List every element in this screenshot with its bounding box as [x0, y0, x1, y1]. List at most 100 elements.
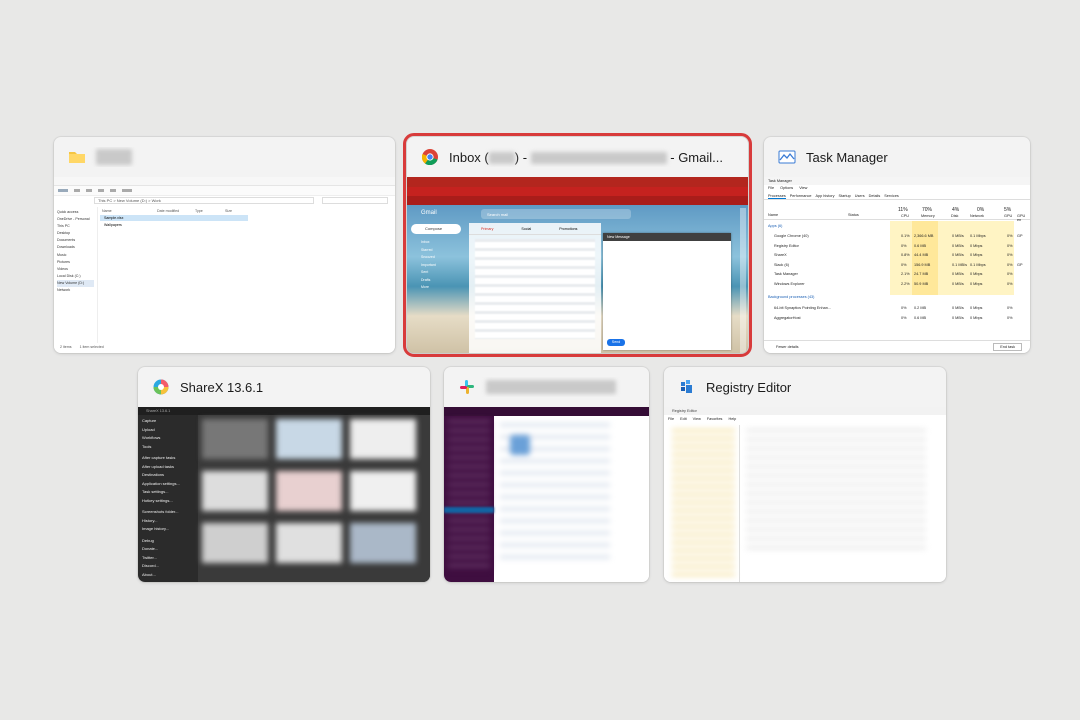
process-gpu: 0%	[1007, 262, 1013, 267]
window-title: Task Manager	[806, 149, 888, 165]
process-cpu: 2.2%	[901, 281, 910, 286]
process-mem: 156.9 MB	[914, 262, 931, 267]
sharex-icon	[152, 378, 170, 396]
window-thumbnail-chrome[interactable]: Inbox ( ) - - Gmail... Gmail Search mail …	[403, 133, 752, 357]
process-mem: 50.9 MB	[914, 281, 929, 286]
sharex-menu-item: Task settings...	[142, 489, 169, 494]
process-mem: 44.4 MB	[914, 253, 929, 257]
window-title-obscured	[486, 380, 616, 394]
nav-pane: Quick access OneDrive - Personal This PC…	[54, 207, 98, 343]
process-cpu: 2.1%	[901, 272, 910, 276]
process-cpu: 0.8%	[901, 253, 910, 257]
process-name: 64-bit Synaptics Pointing Enhan...	[774, 306, 831, 310]
window-title: ShareX 13.6.1	[180, 379, 264, 395]
process-gpu: 0%	[1007, 234, 1013, 238]
process-net: 0.1 Mbps	[970, 262, 986, 267]
process-row: Google Chrome (40) 0.1% 2,366.6 MB 0 MB/s 0.…	[764, 232, 1030, 242]
process-row: Task Manager 2.1% 24.7 MB 0 MB/s 0 Mbps 0%	[764, 270, 1030, 280]
process-name: Task Manager	[774, 272, 798, 276]
process-mem: 2,366.6 MB	[914, 234, 934, 238]
window-title-row: Inbox ( ) - - Gmail...	[421, 147, 738, 167]
sharex-menu-item: Hotkey settings...	[142, 497, 173, 503]
sharex-menu-item: About...	[142, 571, 156, 577]
sharex-menu-item: After upload tasks	[142, 463, 175, 469]
process-row: Windows Explorer 2.2% 50.9 MB 0 MB/s 0 Mbps 0…	[764, 280, 1030, 290]
process-disk: 0 MB/s	[952, 315, 964, 320]
process-row: Slack (6) 0% 156.9 MB 0.1 MB/s 0.1 Mbps 0% GP	[764, 261, 1030, 271]
process-gpu: 0%	[1007, 243, 1013, 248]
sharex-menu-item: Donate...	[142, 546, 159, 551]
window-title-row: Task Manager	[778, 147, 1020, 167]
process-row: AggregatorHost 0% 0.6 MB 0 MB/s 0 Mbps 0%	[764, 314, 1030, 324]
window-title: Registry Editor	[706, 379, 792, 395]
process-name: Google Chrome (40)	[774, 234, 809, 238]
sharex-menu-item: Twitter...	[142, 554, 157, 560]
compose-window: New Message Send	[603, 233, 731, 350]
process-disk: 0 MB/s	[952, 272, 964, 276]
process-mem: 0.6 MB	[914, 315, 927, 320]
process-mem: 0.2 MB	[914, 306, 927, 310]
process-row: Registry Editor 0% 0.6 MB 0 MB/s 0 Mbps 0%	[764, 242, 1030, 252]
fewer-details-link: Fewer details	[776, 345, 799, 349]
process-gpu: 0%	[1007, 306, 1013, 310]
process-net: 0 Mbps	[970, 315, 983, 320]
process-net: 0 Mbps	[970, 306, 983, 310]
sharex-menu-item: Workflows	[142, 435, 161, 440]
process-row: 64-bit Synaptics Pointing Enhan... 0% 0.2 …	[764, 304, 1030, 314]
window-preview: Gmail Search mail Compose Inbox Starred …	[407, 177, 748, 353]
sharex-menu-item: Capture	[142, 418, 157, 423]
registry-editor-icon	[678, 378, 696, 396]
process-name: Slack (6)	[774, 262, 789, 267]
sharex-menu-item: Discord...	[142, 563, 159, 568]
process-name: Registry Editor	[774, 243, 799, 248]
chrome-icon	[421, 148, 439, 166]
process-cpu: 0%	[901, 243, 907, 248]
task-manager-icon	[778, 148, 796, 166]
process-row: ShareX 0.8% 44.4 MB 0 MB/s 0 Mbps 0%	[764, 251, 1030, 261]
process-disk: 0 MB/s	[952, 243, 964, 248]
sharex-menu-item: Destinations	[142, 472, 165, 477]
window-preview: ShareX 13.6.1 Capture Upload Workflows Tool…	[138, 407, 430, 582]
window-preview: Task Manager File Options View Processes Pe…	[764, 177, 1030, 353]
gmail-labels: Inbox Starred Snoozed Important Sent Dra…	[421, 240, 436, 289]
window-title-obscured	[96, 149, 132, 165]
window-thumbnail-sharex[interactable]: ShareX 13.6.1 ShareX 13.6.1 Capture Uploa…	[138, 367, 430, 582]
process-gpu: 0%	[1007, 281, 1013, 286]
process-disk: 0 MB/s	[952, 281, 964, 286]
process-net: 0 Mbps	[970, 253, 983, 257]
window-thumbnail-task-manager[interactable]: Task Manager Task Manager File Options Vie…	[764, 137, 1030, 353]
process-gpu: 0%	[1007, 272, 1013, 276]
process-net: 0.1 Mbps	[970, 234, 986, 238]
process-disk: 0 MB/s	[952, 234, 964, 238]
sharex-menu-item: Application settings...	[142, 480, 180, 486]
process-cpu: 0%	[901, 306, 907, 310]
process-net: 0 Mbps	[970, 281, 983, 286]
process-cpu: 0.1%	[901, 234, 910, 238]
window-title-row: ShareX 13.6.1	[152, 377, 420, 397]
process-net: 0 Mbps	[970, 243, 983, 248]
title-suffix: - Gmail...	[666, 149, 723, 165]
slack-icon	[458, 378, 476, 396]
process-disk: 0.1 MB/s	[952, 262, 967, 267]
sharex-menu-item: Upload	[142, 426, 155, 432]
process-name: ShareX	[774, 253, 787, 257]
process-engine: GP	[1017, 234, 1023, 238]
window-thumbnail-slack[interactable]	[444, 367, 649, 582]
sharex-menu-item: Image history...	[142, 526, 170, 531]
window-title-row	[68, 147, 385, 167]
process-disk: 0 MB/s	[952, 306, 964, 310]
process-cpu: 0%	[901, 262, 907, 267]
window-preview: Registry Editor File Edit View Favorites Hel…	[664, 407, 946, 582]
window-thumbnail-registry-editor[interactable]: Registry Editor Registry Editor File Edit…	[664, 367, 946, 582]
title-prefix: Inbox (	[449, 149, 489, 165]
window-title-row: Registry Editor	[678, 377, 936, 397]
process-gpu: 0%	[1007, 253, 1013, 257]
end-task-button: End task	[993, 343, 1022, 351]
title-middle: ) -	[514, 149, 531, 165]
sharex-menu-item: Screenshots folder...	[142, 509, 179, 514]
folder-icon	[68, 148, 86, 166]
window-title-row	[458, 377, 639, 397]
process-name: Windows Explorer	[774, 281, 805, 286]
window-thumbnail-file-explorer[interactable]: This PC > New Volume (D:) > Work Quick a…	[54, 137, 395, 353]
process-net: 0 Mbps	[970, 272, 983, 276]
